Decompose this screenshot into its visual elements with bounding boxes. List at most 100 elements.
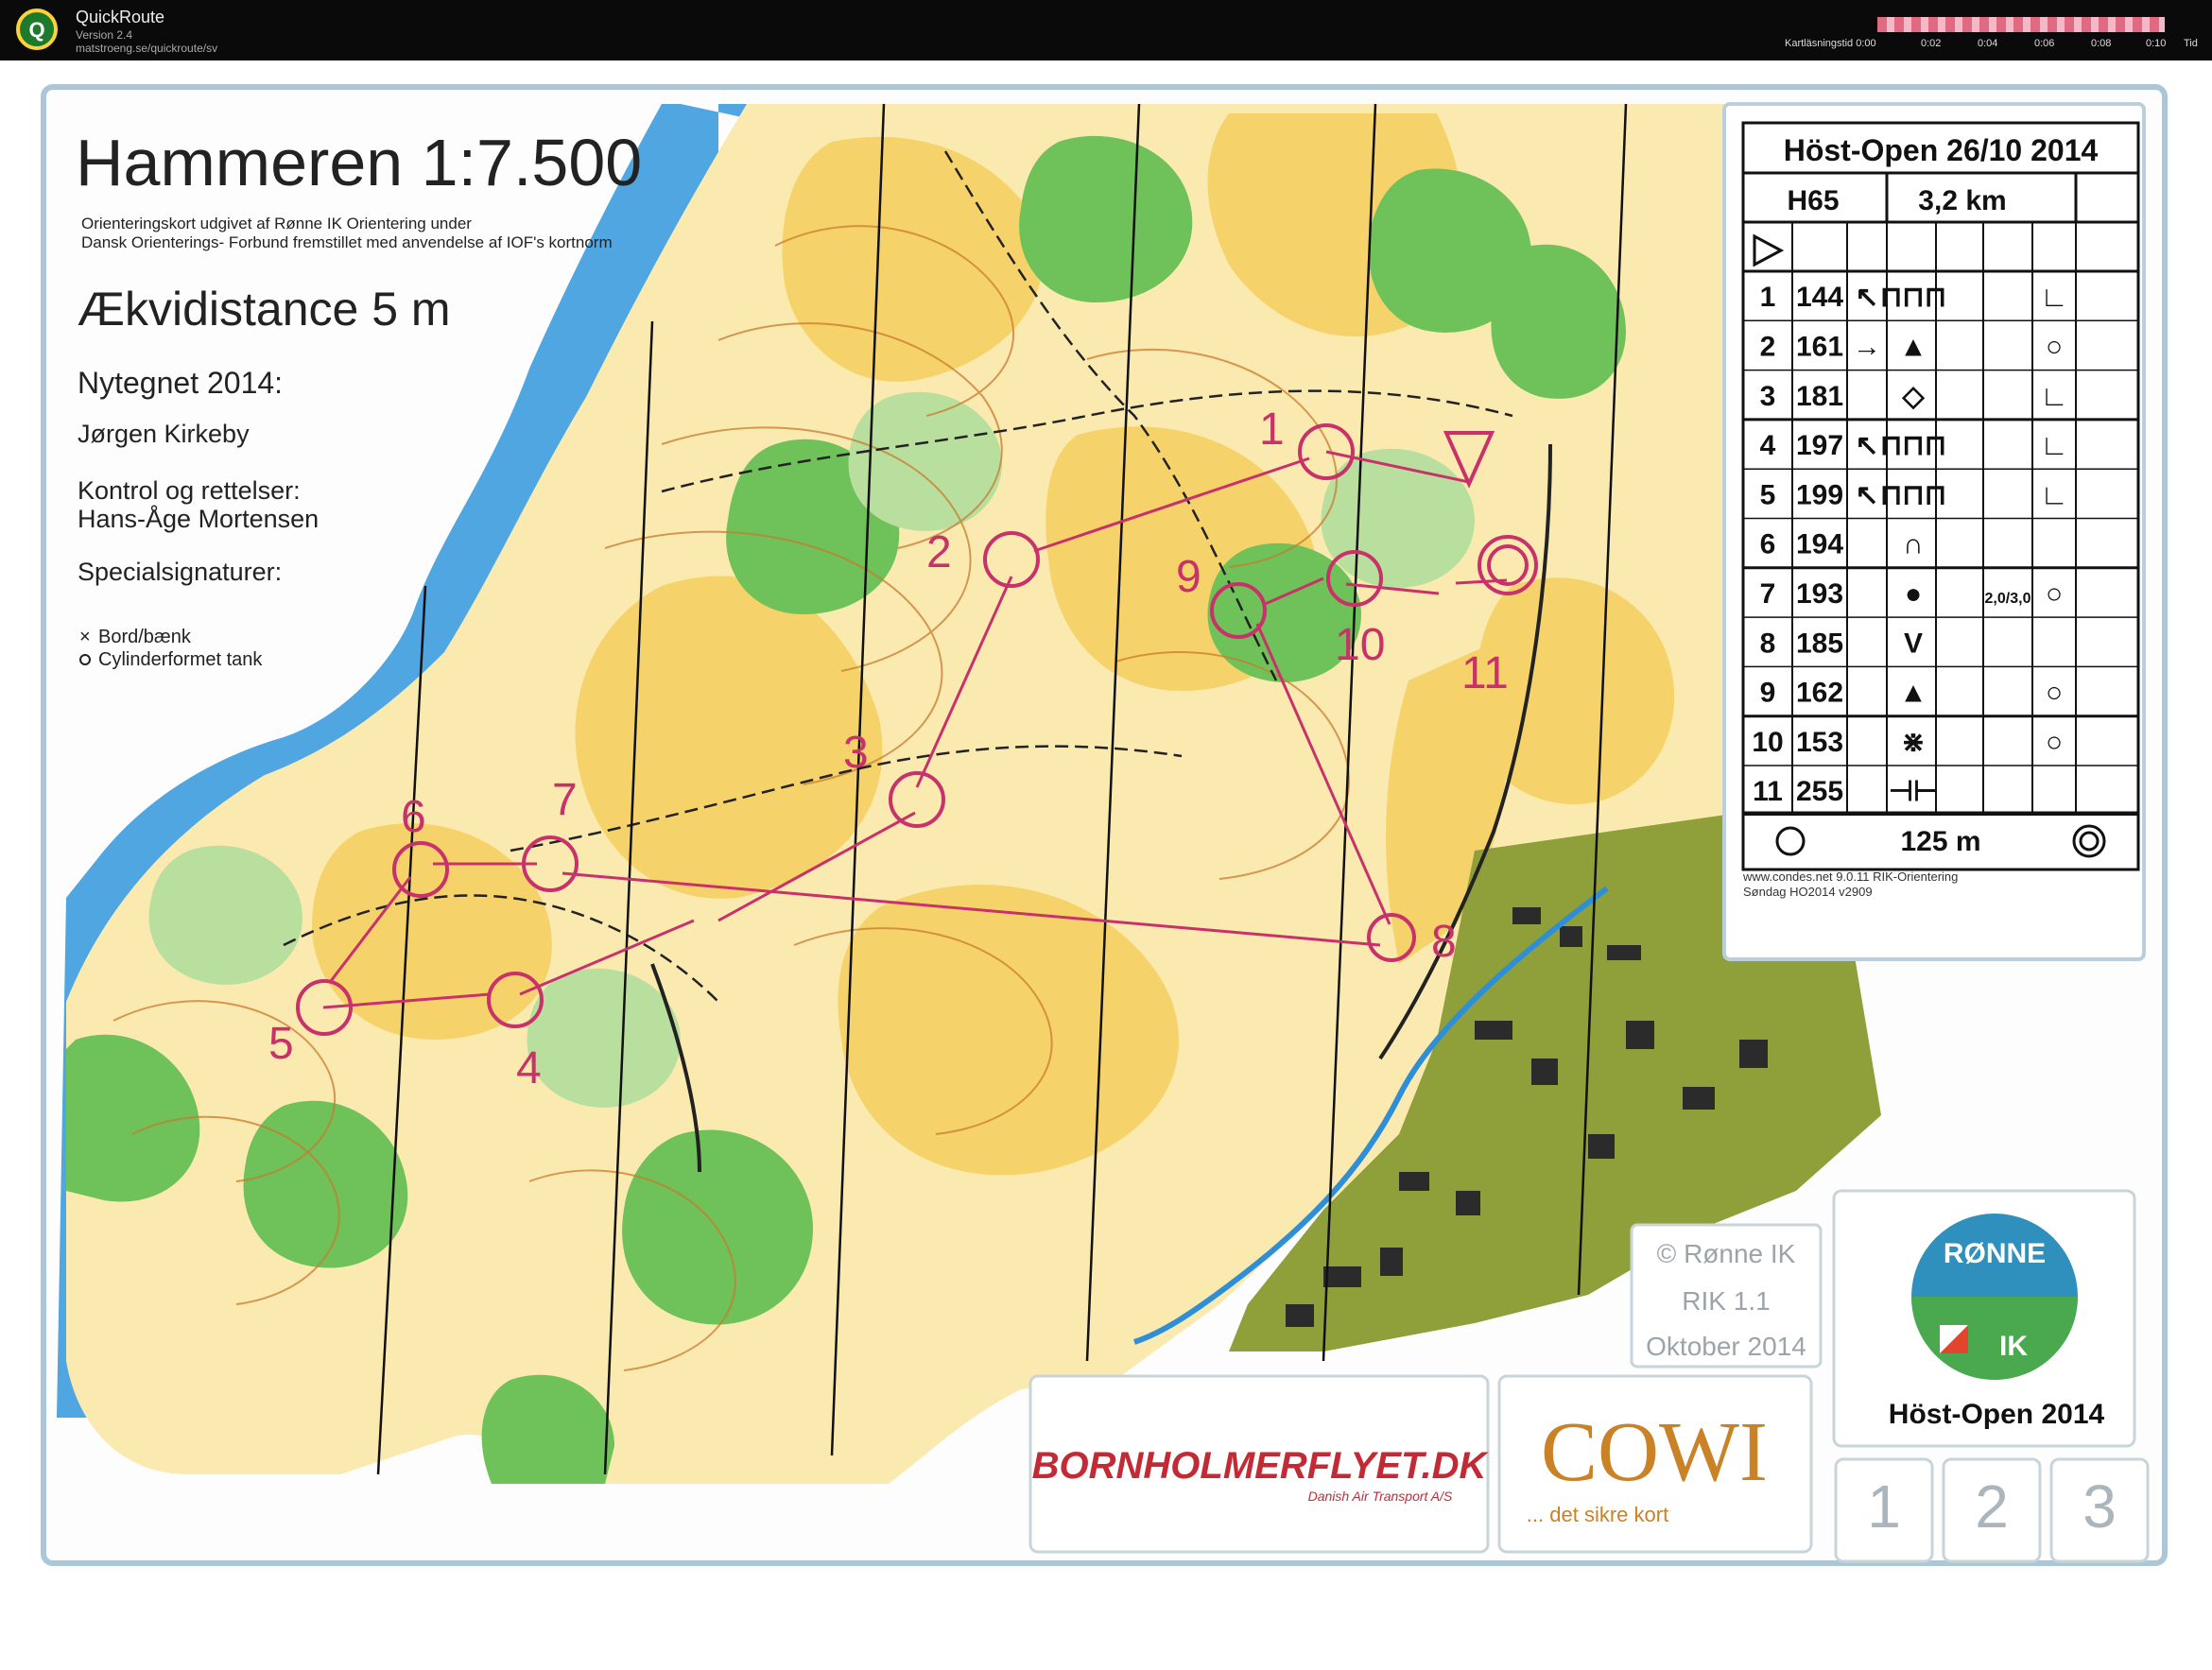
row-feature-icon: ◇	[1901, 381, 1925, 412]
row-feature-icon: ∩	[1903, 529, 1924, 560]
row-code: 194	[1796, 529, 1843, 560]
row-number: 10	[1752, 727, 1783, 758]
svg-text:Danish Air Transport A/S: Danish Air Transport A/S	[1308, 1489, 1453, 1504]
row-number: 2	[1760, 331, 1776, 362]
row-number: 1	[1760, 282, 1776, 313]
map-subtitle-line1: Orienteringskort udgivet af Rønne IK Ori…	[81, 215, 472, 232]
row-location-icon: ○	[2046, 678, 2063, 709]
row-number: 6	[1760, 529, 1776, 560]
svg-text:IK: IK	[1999, 1331, 2028, 1362]
author-name: Jørgen Kirkeby	[78, 420, 250, 448]
svg-text:... det sikre kort: ... det sikre kort	[1527, 1503, 1668, 1526]
sheet-class: H65	[1787, 185, 1839, 216]
row-code: 199	[1796, 479, 1843, 510]
row-number: 9	[1760, 678, 1776, 709]
row-number: 8	[1760, 628, 1776, 659]
row-direction-icon: ↖	[1855, 479, 1878, 510]
svg-text:RØNNE: RØNNE	[1944, 1238, 2046, 1269]
row-number: 7	[1760, 578, 1776, 610]
row-number: 5	[1760, 479, 1776, 510]
row-direction-icon: ↖	[1855, 430, 1878, 461]
sheet-footer-2: Søndag HO2014 v2909	[1743, 885, 1873, 899]
time-tick: 0:02	[1921, 38, 1942, 49]
row-code: 144	[1796, 282, 1843, 313]
reading-time-label: Kartläsningstid 0:00	[1785, 38, 1876, 49]
app-version: Version 2.4	[76, 28, 133, 42]
row-location-icon: ∟	[2040, 479, 2067, 510]
time-tick: 0:06	[2034, 38, 2055, 49]
row-feature-icon: ⊓⊓⊓	[1880, 430, 1946, 461]
row-feature-icon: ●	[1905, 578, 1922, 610]
row-location-icon: ○	[2046, 578, 2063, 610]
svg-text:2: 2	[1975, 1472, 2009, 1541]
row-location-icon: ∟	[2040, 282, 2067, 313]
map-subtitle-line2: Dansk Orienterings- Forbund fremstillet …	[81, 233, 613, 251]
row-location-icon: ∟	[2040, 430, 2067, 461]
stage-boxes: 1 2 3	[1834, 1457, 2150, 1563]
event-logo: RØNNE IK Höst-Open 2014	[1832, 1189, 2136, 1448]
row-number: 4	[1760, 430, 1776, 461]
sponsor-cowi: COWI ... det sikre kort	[1497, 1374, 1813, 1554]
orienteering-map[interactable]: 1 2 3 4 5 6 7 8 9 10 11 Hammeren 1:7.500…	[0, 60, 2212, 1670]
time-slider-bar[interactable]	[1877, 17, 2165, 32]
control-number-1: 1	[1259, 405, 1285, 455]
row-number: 3	[1760, 381, 1776, 412]
row-direction-icon: ↖	[1855, 282, 1878, 313]
row-feature-icon: ⋇	[1901, 727, 1925, 758]
row-location-icon: ∟	[2040, 381, 2067, 412]
control-number-11: 11	[1461, 648, 1509, 698]
app-url[interactable]: matstroeng.se/quickroute/sv	[76, 42, 217, 55]
control-number-10: 10	[1335, 620, 1385, 670]
svg-text:Oktober 2014: Oktober 2014	[1646, 1332, 1806, 1361]
row-code: 185	[1796, 628, 1843, 659]
row-feature-icon: ⊓⊓⊓	[1880, 282, 1946, 313]
svg-text:© Rønne IK: © Rønne IK	[1657, 1239, 1796, 1268]
sheet-footer-1: www.condes.net 9.0.11 RIK-Orientering	[1742, 869, 1958, 884]
controller-name: Hans-Åge Mortensen	[78, 504, 319, 533]
equidistance-label: Ækvidistance 5 m	[78, 283, 451, 336]
control-description-sheet: Höst-Open 26/10 2014 H65 3,2 km 1 144 ↖ ⊓⊓⊓…	[1722, 102, 2146, 961]
control-number-9: 9	[1176, 552, 1201, 602]
row-code: 181	[1796, 381, 1843, 412]
control-label: Kontrol og rettelser:	[78, 476, 301, 505]
svg-text:COWI: COWI	[1541, 1405, 1768, 1499]
row-code: 197	[1796, 430, 1843, 461]
row-number: 11	[1753, 776, 1783, 807]
svg-text:BORNHOLMERFLYET.DK: BORNHOLMERFLYET.DK	[1032, 1445, 1490, 1487]
special-item-table: Bord/bænk	[98, 627, 192, 647]
finish-distance: 125 m	[1900, 826, 1980, 857]
row-code: 153	[1796, 727, 1843, 758]
control-number-2: 2	[926, 527, 952, 577]
time-tick: 0:04	[1978, 38, 1998, 49]
row-code: 161	[1796, 331, 1843, 362]
event-name: Höst-Open 2014	[1889, 1399, 2105, 1430]
special-item-tank: Cylinderformet tank	[98, 649, 263, 670]
copyright-box: © Rønne IK RIK 1.1 Oktober 2014	[1630, 1223, 1823, 1369]
control-number-4: 4	[516, 1043, 542, 1093]
row-feature-icon: ⊣⊢	[1889, 776, 1938, 807]
row-feature-icon: V	[1904, 628, 1923, 659]
row-size: 2,0/3,0	[1985, 591, 2031, 607]
redrawn-label: Nytegnet 2014:	[78, 366, 283, 400]
time-tick: 0:08	[2091, 38, 2112, 49]
svg-text:3: 3	[2082, 1472, 2117, 1541]
control-number-3: 3	[843, 728, 869, 778]
time-tick: 0:10	[2146, 38, 2167, 49]
row-direction-icon: →	[1853, 331, 1881, 362]
sponsor-bornholmerflyet: BORNHOLMERFLYET.DK Danish Air Transport …	[1028, 1374, 1490, 1554]
control-number-6: 6	[401, 792, 426, 842]
app-toolbar: Q QuickRoute Version 2.4 matstroeng.se/q…	[0, 0, 2212, 60]
row-code: 162	[1796, 678, 1843, 709]
svg-text:Q: Q	[28, 18, 44, 42]
row-code: 255	[1796, 776, 1843, 807]
table-bench-marker-icon: ×	[79, 627, 91, 647]
svg-text:RIK 1.1: RIK 1.1	[1682, 1286, 1770, 1316]
svg-text:1: 1	[1867, 1472, 1901, 1541]
row-location-icon: ○	[2046, 727, 2063, 758]
app-title: QuickRoute	[76, 8, 165, 26]
sheet-event: Höst-Open 26/10 2014	[1784, 133, 2099, 167]
sheet-length: 3,2 km	[1918, 185, 2006, 216]
control-number-7: 7	[552, 775, 578, 825]
row-code: 193	[1796, 578, 1843, 610]
quickroute-logo-icon: Q	[16, 9, 58, 50]
